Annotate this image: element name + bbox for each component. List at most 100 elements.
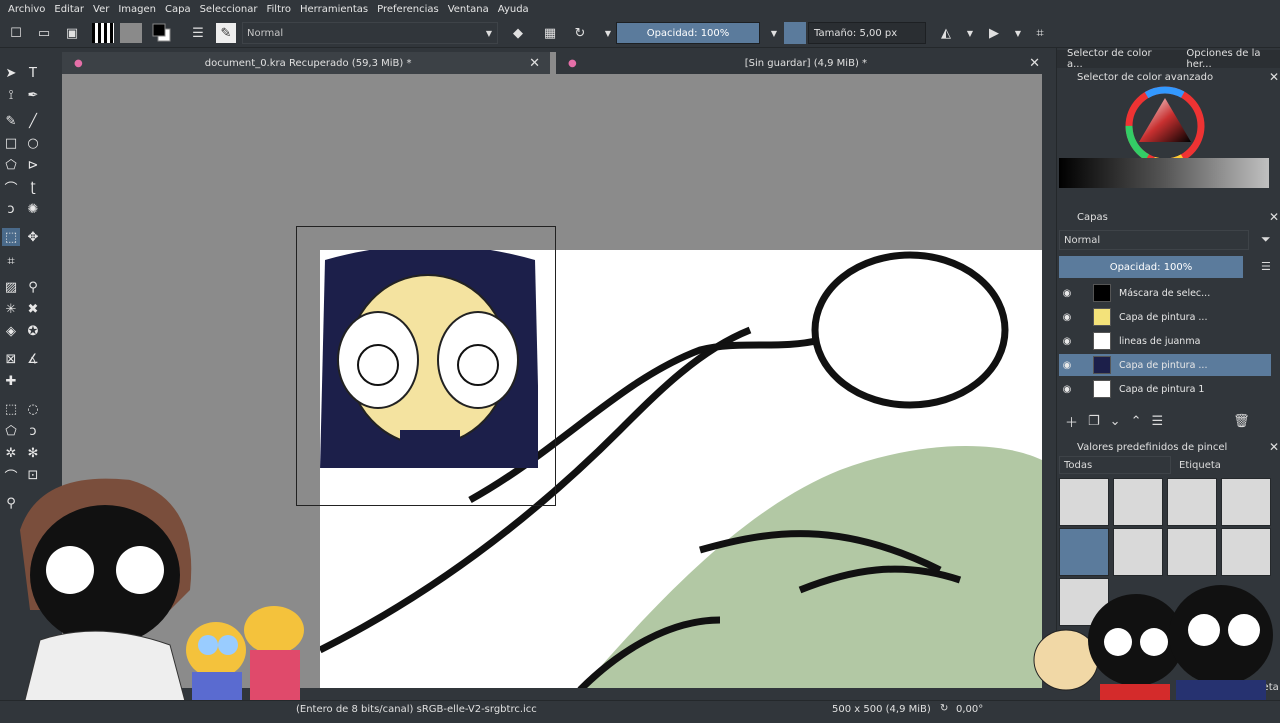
text-tool-icon[interactable]: T (24, 64, 42, 82)
properties-icon[interactable]: ☰ (1151, 414, 1163, 429)
size-slider[interactable]: Tamaño: 5,00 px (808, 22, 926, 44)
enclose-fill-icon[interactable]: ✪ (24, 322, 42, 340)
brush-preset[interactable] (1167, 478, 1217, 526)
dynamic-brush-icon[interactable]: ↄ (2, 200, 20, 218)
mirror-vertical-icon[interactable]: ▶ (984, 23, 1004, 43)
color-picker-icon[interactable]: ⚲ (24, 278, 42, 296)
reload-preset-icon[interactable]: ↻ (570, 23, 590, 43)
layer-paint-1[interactable]: ◉ Capa de pintura 1 (1059, 378, 1271, 400)
close-icon[interactable]: ✕ (1269, 70, 1279, 84)
layer-paint-selected[interactable]: ◉ Capa de pintura ... (1059, 354, 1271, 376)
brush-preset-icon[interactable]: ✎ (216, 23, 236, 43)
menu-editar[interactable]: Editar (54, 4, 84, 15)
eye-icon[interactable]: ◉ (1059, 360, 1075, 371)
polygon-tool-icon[interactable]: ⬠ (2, 156, 20, 174)
measure-tool-icon[interactable]: ∡ (24, 350, 42, 368)
duplicate-layer-icon[interactable]: ❐ (1088, 414, 1100, 429)
blend-mode-select[interactable]: Normal ▼ (242, 22, 498, 44)
menu-seleccionar[interactable]: Seleccionar (200, 4, 258, 15)
tab-unsaved[interactable]: ● [Sin guardar] (4,9 MiB) * ✕ (556, 52, 1042, 74)
presets-tag-select[interactable]: Etiqueta (1175, 456, 1255, 474)
brush-preset[interactable] (1113, 528, 1163, 576)
layers-blend-select[interactable]: Normal (1059, 230, 1249, 250)
close-icon[interactable]: ✕ (1269, 440, 1279, 454)
transform-bounding-box[interactable] (296, 226, 556, 506)
bezier-tool-icon[interactable]: ⌒ (2, 178, 20, 197)
fill-tool-icon[interactable]: ◈ (2, 322, 20, 340)
close-icon[interactable]: ✕ (1029, 56, 1040, 71)
move-up-icon[interactable]: ⌃ (1131, 414, 1142, 429)
close-icon[interactable]: ✕ (1269, 210, 1279, 224)
ellipse-select-icon[interactable]: ◌ (24, 400, 42, 418)
menu-ayuda[interactable]: Ayuda (498, 4, 529, 15)
chevron-down-icon[interactable]: ▼ (598, 23, 618, 43)
menu-icon[interactable]: ☰ (1261, 260, 1271, 273)
polyline-tool-icon[interactable]: ⊳ (24, 156, 42, 174)
smart-patch-icon[interactable]: ✖ (24, 300, 42, 318)
reference-tool-icon[interactable]: ✚ (2, 372, 20, 390)
eye-icon[interactable]: ◉ (1059, 312, 1075, 323)
menu-ventana[interactable]: Ventana (448, 4, 489, 15)
brush-preset[interactable] (1221, 478, 1271, 526)
freehand-brush-icon[interactable]: ✎ (2, 112, 20, 130)
mirror-horizontal-icon[interactable]: ◭ (936, 23, 956, 43)
multibrush-icon[interactable]: ✺ (24, 200, 42, 218)
menu-filtro[interactable]: Filtro (266, 4, 291, 15)
rotate-icon[interactable]: ↻ (940, 703, 948, 714)
tab-document-0[interactable]: ● document_0.kra Recuperado (59,3 MiB) *… (62, 52, 550, 74)
layer-selection-mask[interactable]: ◉ Máscara de selec... (1059, 282, 1271, 304)
brush-preset[interactable] (1167, 528, 1217, 576)
menu-ver[interactable]: Ver (93, 4, 109, 15)
opacity-slider[interactable]: Opacidad: 100% (616, 22, 760, 44)
eye-icon[interactable]: ◉ (1059, 288, 1075, 299)
add-layer-icon[interactable]: ＋ (1065, 412, 1078, 431)
layers-opacity-slider[interactable]: Opacidad: 100% (1059, 256, 1243, 278)
brush-settings-icon[interactable]: ☰ (188, 23, 208, 43)
brush-preset[interactable] (1221, 528, 1271, 576)
crop-tool-icon[interactable]: ⌗ (2, 252, 20, 270)
foreground-background-color-icon[interactable] (152, 23, 172, 43)
crop-icon[interactable]: ⌗ (1030, 23, 1050, 43)
eraser-icon[interactable]: ◆ (508, 23, 528, 43)
menu-herramientas[interactable]: Herramientas (300, 4, 368, 15)
tab-tool-options[interactable]: Opciones de la her... (1186, 48, 1280, 70)
colorize-mask-icon[interactable]: ✳ (2, 300, 20, 318)
canvas-area[interactable]: ● document_0.kra Recuperado (59,3 MiB) *… (62, 52, 1042, 688)
menu-preferencias[interactable]: Preferencias (377, 4, 439, 15)
delete-layer-icon[interactable]: 🗑 (1233, 414, 1250, 429)
move-down-icon[interactable]: ⌄ (1110, 414, 1121, 429)
menu-archivo[interactable]: Archivo (8, 4, 45, 15)
color-wheel[interactable] (1123, 84, 1207, 168)
color-gradient-strip[interactable] (1059, 158, 1269, 188)
assistant-tool-icon[interactable]: ⊠ (2, 350, 20, 368)
gradient-icon[interactable] (92, 23, 114, 43)
brush-preset[interactable] (1059, 478, 1109, 526)
close-icon[interactable]: ✕ (529, 56, 540, 71)
freehand-select-icon[interactable]: ↄ (24, 422, 42, 440)
select-shapes-icon[interactable]: ➤ (2, 64, 20, 82)
gradient-tool-icon[interactable]: ▨ (2, 278, 20, 296)
chevron-down-icon[interactable]: ▼ (960, 23, 980, 43)
menu-capa[interactable]: Capa (165, 4, 191, 15)
pattern-icon[interactable] (120, 23, 142, 43)
alpha-lock-icon[interactable]: ▦ (540, 23, 560, 43)
menu-imagen[interactable]: Imagen (118, 4, 156, 15)
contiguous-select-icon[interactable]: ✲ (2, 444, 20, 462)
freehand-path-icon[interactable]: ʈ (24, 178, 42, 196)
brush-preset-selected[interactable] (1059, 528, 1109, 576)
rect-select-icon[interactable]: ⬚ (2, 400, 20, 418)
new-document-icon[interactable]: ☐ (6, 23, 26, 43)
chevron-down-icon[interactable]: ▼ (764, 23, 784, 43)
eye-icon[interactable]: ◉ (1059, 384, 1075, 395)
filter-icon[interactable]: ⏷ (1261, 232, 1271, 247)
layer-lineas-juanma[interactable]: ◉ lineas de juanma (1059, 330, 1271, 352)
eye-icon[interactable]: ◉ (1059, 336, 1075, 347)
save-icon[interactable]: ▣ (62, 23, 82, 43)
rectangle-tool-icon[interactable]: □ (2, 134, 20, 152)
transform-tool-icon[interactable]: ⬚ (2, 228, 20, 246)
calligraphy-icon[interactable]: ✒ (24, 86, 42, 104)
similar-select-icon[interactable]: ✻ (24, 444, 42, 462)
brush-preset[interactable] (1113, 478, 1163, 526)
move-tool-icon[interactable]: ✥ (24, 228, 42, 246)
tab-color-selector[interactable]: Selector de color a... (1067, 48, 1162, 70)
